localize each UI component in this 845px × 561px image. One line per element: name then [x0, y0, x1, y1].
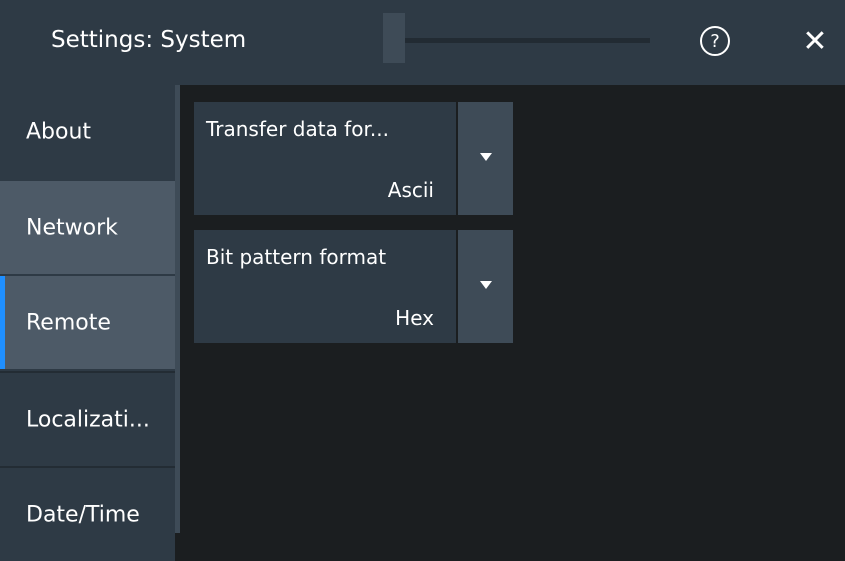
transfer-data-format-field[interactable]: Transfer data for... Ascii	[194, 102, 456, 215]
title-bar: Settings: System ? ✕	[0, 0, 845, 85]
sidebar-item-label: Network	[26, 215, 118, 240]
sidebar-item-date-time[interactable]: Date/Time	[0, 468, 175, 561]
sidebar-item-network[interactable]: Network	[0, 181, 175, 274]
scroll-track[interactable]	[385, 38, 650, 43]
sidebar-item-label: Date/Time	[26, 502, 140, 527]
close-icon[interactable]: ✕	[798, 23, 832, 59]
sidebar-item-localization[interactable]: Localizati...	[0, 373, 175, 466]
help-icon[interactable]: ?	[700, 26, 730, 56]
sidebar-item-about[interactable]: About	[0, 85, 175, 178]
transfer-data-format-dropdown-button[interactable]	[458, 102, 513, 215]
field-value: Ascii	[387, 178, 434, 202]
bit-pattern-format-dropdown-button[interactable]	[458, 230, 513, 343]
sidebar-item-label: About	[26, 119, 92, 144]
bit-pattern-format-field[interactable]: Bit pattern format Hex	[194, 230, 456, 343]
help-glyph: ?	[710, 30, 720, 52]
sidebar-item-label: Localizati...	[26, 407, 150, 432]
field-label: Transfer data for...	[206, 117, 389, 141]
sidebar-border	[175, 85, 180, 533]
close-glyph: ✕	[802, 23, 828, 59]
window-title: Settings: System	[51, 27, 247, 53]
scroll-handle[interactable]	[383, 13, 405, 63]
dropdown-arrow-icon	[480, 281, 492, 289]
sidebar-item-label: Remote	[26, 310, 111, 335]
sidebar: About Network Remote Localizati... Date/…	[0, 85, 175, 561]
sidebar-item-remote[interactable]: Remote	[0, 276, 175, 369]
field-value: Hex	[395, 306, 434, 330]
field-label: Bit pattern format	[206, 245, 387, 269]
dropdown-arrow-icon	[480, 153, 492, 161]
